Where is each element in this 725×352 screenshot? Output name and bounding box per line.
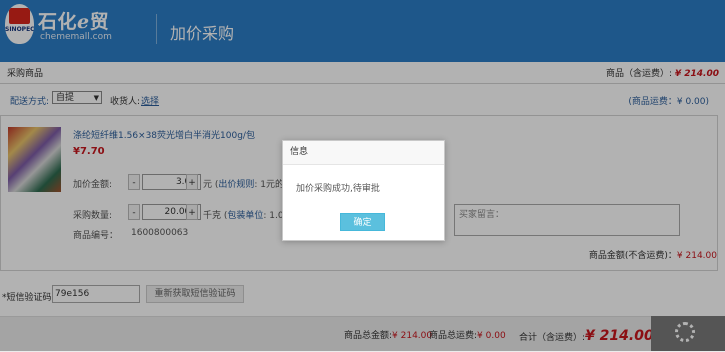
confirm-button[interactable]: 确定 — [340, 213, 385, 231]
dialog-title: 信息 — [283, 141, 444, 165]
dialog-message: 加价采购成功,待审批 — [296, 184, 380, 194]
info-dialog: 信息 加价采购成功,待审批 确定 — [282, 140, 445, 241]
